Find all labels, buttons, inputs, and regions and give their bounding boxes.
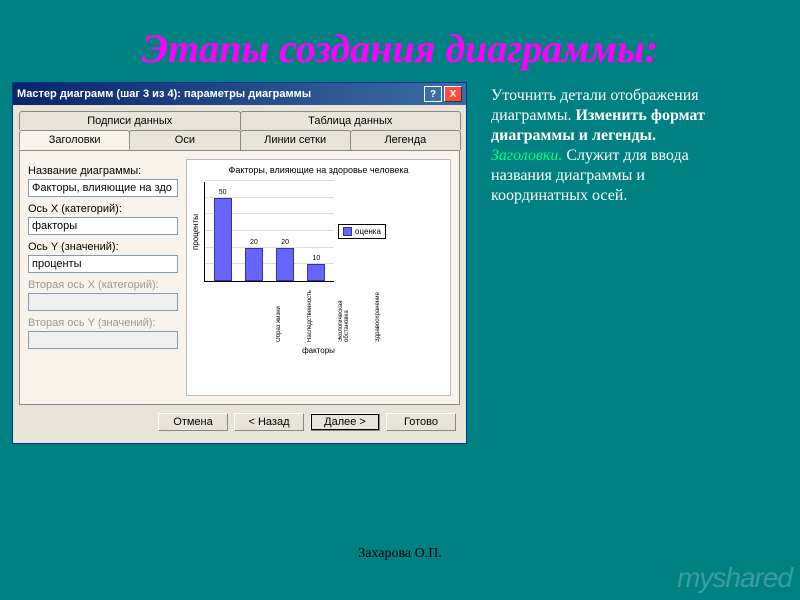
preview-plot-area: 50 20 20 10 xyxy=(204,182,334,282)
axis-y2-label: Вторая ось Y (значений): xyxy=(28,317,178,329)
next-button[interactable]: Далее > xyxy=(310,413,380,431)
tab-gridlines[interactable]: Линии сетки xyxy=(240,130,351,150)
legend-label: оценка xyxy=(355,227,381,236)
preview-legend: оценка xyxy=(338,224,386,239)
preview-ylabel: проценты xyxy=(191,214,200,250)
tab-data-table[interactable]: Таблица данных xyxy=(240,111,462,130)
watermark: myshared xyxy=(677,562,792,594)
chart-bar: 20 xyxy=(245,248,263,281)
preview-title: Факторы, влияющие на здоровье человека xyxy=(228,166,408,176)
chart-bar: 50 xyxy=(214,198,232,281)
axis-y-input[interactable] xyxy=(28,255,178,273)
axis-y2-input xyxy=(28,331,178,349)
chart-category-label: Здравоохранение xyxy=(375,282,381,342)
chart-category-label: Экологическая обстановка xyxy=(338,282,350,342)
back-button[interactable]: < Назад xyxy=(234,413,304,431)
tab-data-labels[interactable]: Подписи данных xyxy=(19,111,241,130)
chart-title-label: Название диаграммы: xyxy=(28,165,178,177)
help-icon[interactable]: ? xyxy=(424,86,442,102)
tab-panel-titles: Название диаграммы: Ось X (категорий): О… xyxy=(19,150,460,405)
tab-legend[interactable]: Легенда xyxy=(350,130,461,150)
chart-bar: 10 xyxy=(307,264,325,281)
chart-category-label: Наследственность xyxy=(307,282,313,342)
dialog-title: Мастер диаграмм (шаг 3 из 4): параметры … xyxy=(17,88,424,100)
close-icon[interactable]: X xyxy=(444,86,462,102)
tab-axes[interactable]: Оси xyxy=(129,130,240,150)
slide-title: Этапы создания диаграммы: xyxy=(0,0,800,82)
chart-bar: 20 xyxy=(276,248,294,281)
legend-swatch-icon xyxy=(343,227,352,236)
cancel-button[interactable]: Отмена xyxy=(158,413,228,431)
axis-x2-input xyxy=(28,293,178,311)
chart-category-label: Образ жизни xyxy=(276,282,282,342)
preview-categories: Образ жизни Наследственность Экологическая… xyxy=(264,282,394,342)
finish-button[interactable]: Готово xyxy=(386,413,456,431)
author-credit: Захарова О.П. xyxy=(0,546,800,562)
chart-preview: Факторы, влияющие на здоровье человека п… xyxy=(186,159,451,396)
chart-wizard-dialog: Мастер диаграмм (шаг 3 из 4): параметры … xyxy=(12,82,467,444)
axis-x2-label: Вторая ось X (категорий): xyxy=(28,279,178,291)
axis-x-input[interactable] xyxy=(28,217,178,235)
tab-titles[interactable]: Заголовки xyxy=(19,130,130,150)
chart-title-input[interactable] xyxy=(28,179,178,197)
dialog-titlebar: Мастер диаграмм (шаг 3 из 4): параметры … xyxy=(13,83,466,105)
axis-x-label: Ось X (категорий): xyxy=(28,203,178,215)
axis-y-label: Ось Y (значений): xyxy=(28,241,178,253)
desc-highlight: Заголовки. xyxy=(491,147,562,164)
preview-xlabel: факторы xyxy=(302,346,335,355)
slide-description: Уточнить детали отображения диаграммы. И… xyxy=(467,82,737,206)
